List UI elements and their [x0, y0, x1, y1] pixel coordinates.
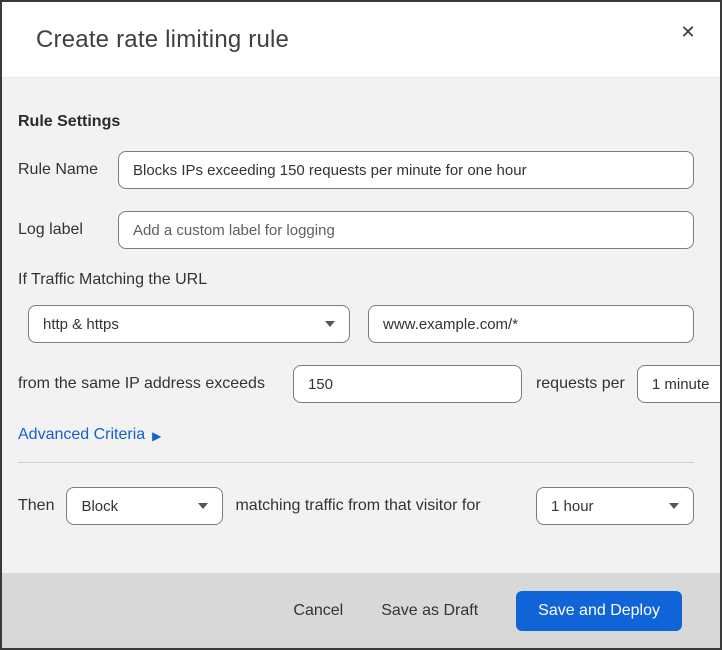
scheme-select-value: http & https	[43, 315, 119, 333]
chevron-down-icon	[325, 321, 335, 327]
section-divider	[18, 462, 694, 463]
period-select[interactable]: 1 minute	[636, 365, 720, 403]
action-row: Then Block matching traffic from that vi…	[18, 487, 694, 525]
threshold-row: from the same IP address exceeds request…	[18, 365, 720, 403]
traffic-match-row: http & https	[18, 305, 694, 343]
requests-per-text: requests per	[535, 375, 625, 392]
save-as-draft-button[interactable]: Save as Draft	[381, 602, 478, 620]
log-label-input[interactable]	[118, 211, 694, 249]
traffic-match-heading: If Traffic Matching the URL	[18, 271, 208, 288]
threshold-prefix-text: from the same IP address exceeds	[18, 375, 265, 392]
request-count-input[interactable]	[292, 365, 522, 403]
rule-name-input[interactable]	[118, 151, 694, 189]
log-label-label: Log label	[18, 221, 83, 238]
then-text: Then	[18, 497, 55, 514]
matching-traffic-text: matching traffic from that visitor for	[235, 497, 481, 514]
rule-settings-heading: Rule Settings	[18, 113, 121, 130]
scheme-select[interactable]: http & https	[28, 305, 350, 343]
create-rate-limiting-rule-dialog: Create rate limiting rule ✕ Rule Setting…	[0, 0, 722, 650]
dialog-footer: Cancel Save as Draft Save and Deploy	[2, 573, 720, 648]
period-select-value: 1 minute	[651, 375, 710, 393]
duration-select-value: 1 hour	[551, 497, 594, 515]
advanced-criteria-link[interactable]: Advanced Criteria ▶	[18, 424, 161, 446]
rule-name-row: Rule Name	[18, 151, 694, 189]
action-select[interactable]: Block	[66, 487, 224, 525]
rule-name-label: Rule Name	[18, 161, 99, 178]
chevron-down-icon	[198, 503, 209, 509]
dialog-title: Create rate limiting rule	[36, 25, 290, 53]
chevron-down-icon	[669, 503, 679, 509]
advanced-criteria-label: Advanced Criteria	[18, 426, 146, 443]
action-select-value: Block	[81, 497, 119, 515]
dialog-body: Rule Settings Rule Name Log label If Tra…	[2, 78, 720, 573]
close-icon[interactable]: ✕	[674, 18, 702, 46]
cancel-button[interactable]: Cancel	[293, 602, 343, 620]
dialog-header: Create rate limiting rule ✕	[2, 2, 720, 78]
duration-select[interactable]: 1 hour	[536, 487, 694, 525]
url-pattern-input[interactable]	[368, 305, 694, 343]
chevron-right-icon: ▶	[152, 429, 162, 443]
save-and-deploy-button[interactable]: Save and Deploy	[516, 590, 682, 631]
log-label-row: Log label	[18, 211, 694, 249]
